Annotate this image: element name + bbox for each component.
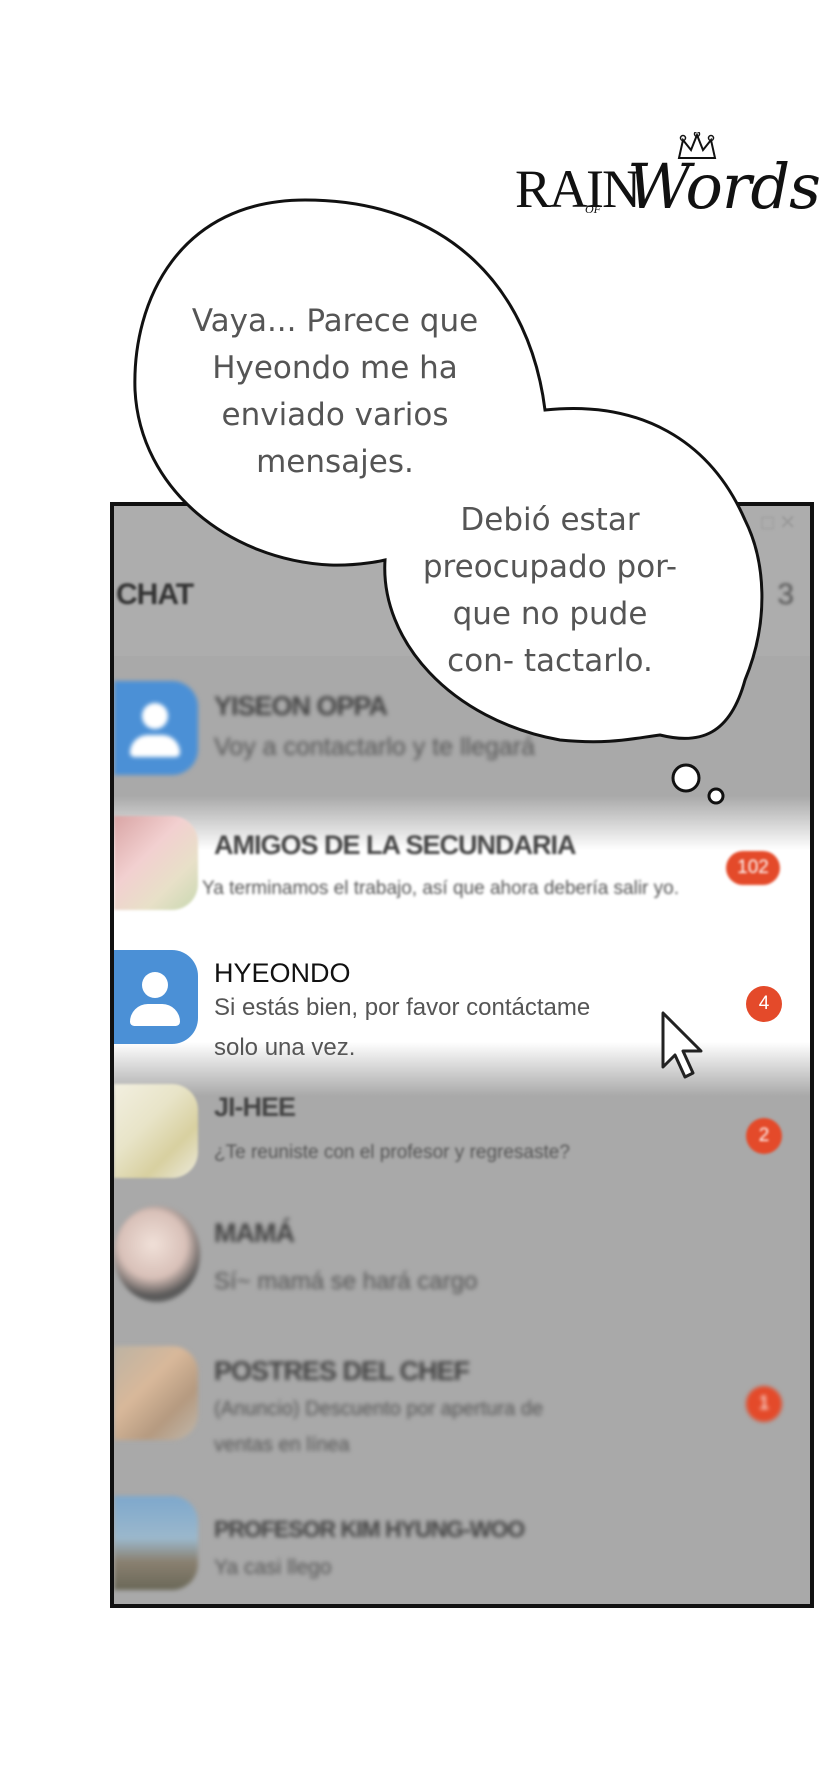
chat-message: ¿Te reuniste con el profesor y regresast… (214, 1142, 570, 1163)
unread-badge: 2 (746, 1118, 782, 1154)
chat-message-line2: ventas en línea (214, 1434, 350, 1456)
chat-message-line2: solo una vez. (214, 1034, 356, 1061)
contact-avatar (114, 1346, 198, 1440)
chat-row-amigos[interactable]: AMIGOS DE LA SECUNDARIA Ya terminamos el… (114, 816, 810, 916)
chat-message-line1: Si estás bien, por favor contáctame (214, 994, 591, 1021)
speech-bubble-text-2: Debió estar preocupado por- que no pude … (422, 502, 678, 679)
chat-row-yiseon[interactable]: YISEON OPPA Voy a contactarlo y te llega… (114, 681, 810, 781)
speech-bubble-text-1: Vaya... Parece que Hyeondo me ha enviado… (191, 303, 479, 480)
chat-row-postres[interactable]: POSTRES DEL CHEF (Anuncio) Descuento por… (114, 1346, 810, 1466)
chat-name: AMIGOS DE LA SECUNDARIA (214, 830, 577, 860)
unread-badge: 1 (746, 1386, 782, 1422)
chat-message: Ya terminamos el trabajo, así que ahora … (202, 878, 680, 899)
unread-badge: 4 (746, 986, 782, 1022)
chat-message: Voy a contactarlo y te llegará (214, 733, 536, 761)
window-controls[interactable]: □ ✕ (762, 510, 796, 535)
group-avatar (114, 816, 198, 910)
chat-message: Ya casi llego (214, 1556, 332, 1579)
chat-name: MAMÁ (214, 1218, 295, 1248)
chat-name: JI-HEE (214, 1092, 296, 1122)
chat-name: YISEON OPPA (214, 691, 388, 721)
unread-badge: 102 (726, 851, 780, 885)
logo-rain: RAIN (515, 159, 641, 219)
chat-message-line1: (Anuncio) Descuento por apertura de (214, 1398, 544, 1420)
chat-name: PROFESOR KIM HYUNG-WOO (214, 1516, 525, 1542)
chat-message: Sí~ mamá se hará cargo (214, 1268, 478, 1295)
logo-of: OF (585, 202, 601, 216)
rain-of-words-logo: RAIN OF Words (515, 132, 821, 250)
mouse-cursor-icon (661, 1011, 703, 1079)
contact-avatar (114, 1496, 198, 1590)
logo-words: Words (627, 150, 821, 223)
chat-name: HYEONDO (214, 958, 351, 988)
default-avatar-icon (114, 681, 198, 775)
chat-row-profesor[interactable]: PROFESOR KIM HYUNG-WOO Ya casi llego (114, 1496, 810, 1604)
chat-header-title: CHAT (116, 578, 194, 611)
contact-avatar (114, 1084, 198, 1178)
contact-avatar (114, 1206, 200, 1302)
chat-name: POSTRES DEL CHEF (214, 1356, 470, 1386)
chat-row-mama[interactable]: MAMÁ Sí~ mamá se hará cargo (114, 1206, 810, 1316)
chat-header-count: 3 (777, 578, 794, 611)
default-avatar-icon (114, 950, 198, 1044)
chat-row-jihee[interactable]: JI-HEE ¿Te reuniste con el profesor y re… (114, 1084, 810, 1184)
